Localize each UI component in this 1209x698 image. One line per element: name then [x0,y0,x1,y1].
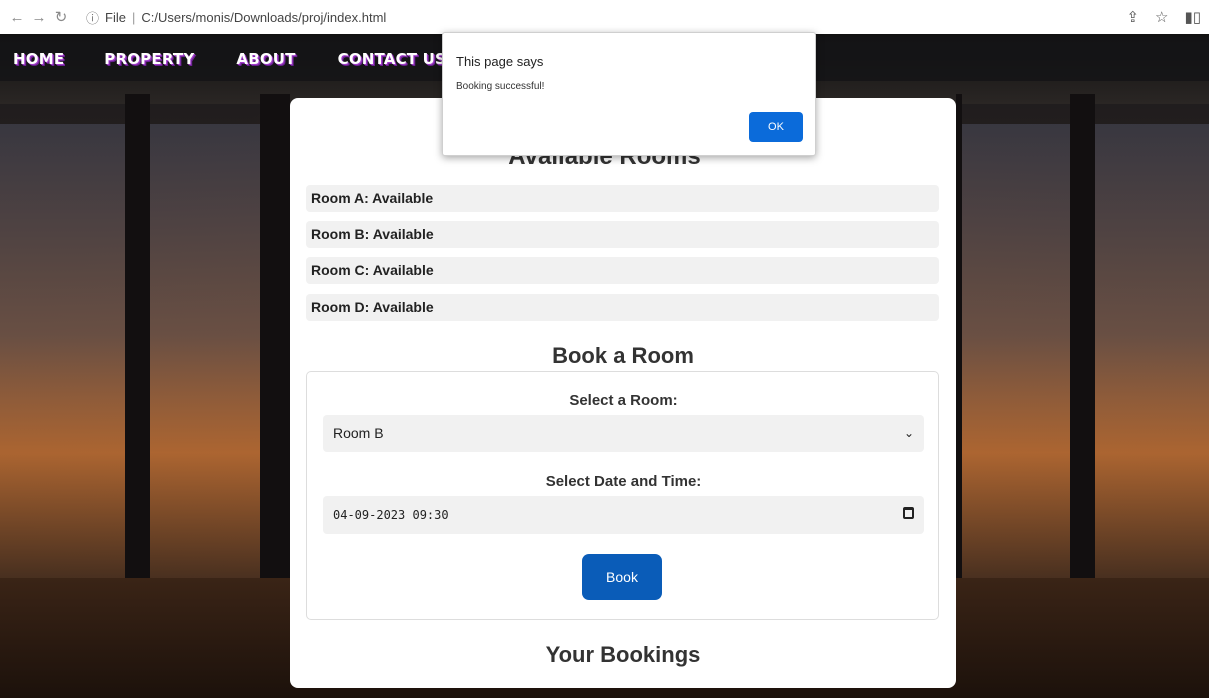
browser-toolbar: ← → ↻ ⓘ File | C:/Users/monis/Downloads/… [0,0,1209,34]
datetime-label: Select Date and Time: [545,473,702,490]
your-bookings-title: Your Bookings [545,642,701,667]
datetime-value: 04-09-2023 09:30 [333,508,449,522]
dialog-title: This page says [456,54,544,69]
pillar [125,94,150,654]
address-bar[interactable]: ⓘ File | C:/Users/monis/Downloads/proj/i… [86,8,386,27]
address-path: C:/Users/monis/Downloads/proj/index.html [141,9,387,25]
window-panel [1095,124,1209,594]
address-scheme: File [105,9,126,25]
nav-about-link[interactable]: ABOUT [236,50,295,68]
forward-icon[interactable]: → [28,9,50,26]
star-icon[interactable]: ☆ [1155,8,1168,26]
room-list-item: Room D: Available [306,294,939,321]
reload-icon[interactable]: ↻ [50,8,72,26]
pillar [1070,94,1095,654]
pillar [260,94,290,654]
share-icon[interactable]: ⇪ [1126,8,1139,26]
room-list-item: Room C: Available [306,257,939,284]
calendar-icon[interactable] [903,507,914,519]
room-select-value: Room B [333,425,384,441]
room-select-label: Select a Room: [569,392,678,409]
pillar [956,94,962,654]
room-list-item: Room B: Available [306,221,939,248]
sidebar-icon[interactable]: ▮▯ [1184,8,1201,26]
window-panel [150,124,260,594]
ok-button[interactable]: OK [749,112,803,142]
dialog-message: Booking successful! [456,81,545,92]
book-room-title: Book a Room [552,343,694,368]
browser-actions: ⇪ ☆ ▮▯ [1126,8,1201,26]
nav-contact-link[interactable]: CONTACT US [338,50,446,68]
room-list-item: Room A: Available [306,185,939,212]
room-select[interactable]: Room B ⌄ [323,415,924,452]
chevron-down-icon: ⌄ [903,426,914,440]
nav-home-link[interactable]: HOME [13,50,64,68]
address-separator: | [131,9,136,25]
info-icon[interactable]: ⓘ [86,8,99,27]
datetime-input[interactable]: 04-09-2023 09:30 [323,496,924,534]
booking-form: Select a Room: Room B ⌄ Select Date and … [306,371,939,620]
window-panel [0,124,125,594]
alert-dialog: This page says Booking successful! OK [442,32,816,156]
window-panel [960,124,1070,594]
nav-property-link[interactable]: PROPERTY [104,50,194,68]
back-icon[interactable]: ← [6,9,28,26]
book-button[interactable]: Book [582,554,662,600]
